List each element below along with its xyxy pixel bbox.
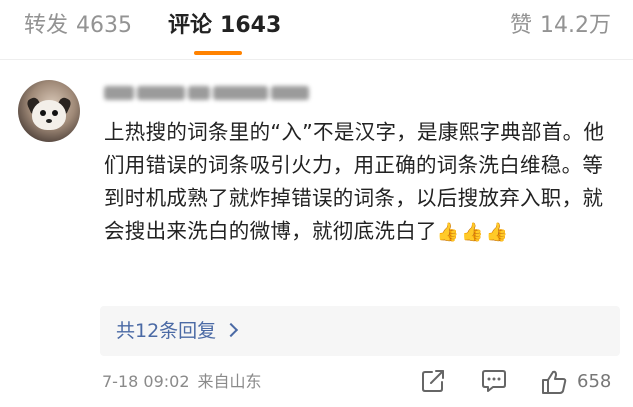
like-button[interactable] — [540, 368, 568, 400]
avatar-eye-right — [52, 110, 58, 116]
share-icon — [422, 370, 444, 392]
username-blur-block — [137, 85, 185, 100]
thumbs-up-emojis: 👍👍👍 — [436, 222, 511, 243]
comment-meta: 7-18 09:02 来自山东 — [102, 371, 262, 393]
comment-text: 上热搜的词条里的“入”不是汉字，是康熙字典部首。他们用错误的词条吸引火力，用正确… — [104, 120, 605, 243]
avatar-eye-left — [40, 110, 46, 116]
tab-divider — [0, 59, 633, 60]
active-tab-indicator — [194, 51, 242, 55]
username-blurred[interactable] — [104, 82, 319, 102]
tab-like-label: 赞 — [509, 13, 532, 38]
like-count: 658 — [577, 371, 612, 392]
tab-repost[interactable]: 转发 4635 — [24, 11, 132, 41]
tab-comment-label: 评论 — [168, 13, 213, 38]
tab-bar: 转发 4635 评论 1643 赞 14.2万 — [0, 0, 633, 58]
tab-like[interactable]: 赞 14.2万 — [510, 11, 611, 41]
avatar-nose — [46, 119, 52, 123]
username-blur-block — [104, 85, 134, 100]
replies-box[interactable]: 共12条回复 — [100, 306, 620, 356]
thumbs-up-icon — [542, 370, 567, 394]
comment-body: 上热搜的词条里的“入”不是汉字，是康熙字典部首。他们用错误的词条吸引火力，用正确… — [104, 116, 616, 249]
tab-comment-count: 1643 — [220, 13, 282, 38]
avatar[interactable] — [18, 80, 80, 142]
replies-link[interactable]: 共12条回复 — [116, 318, 239, 344]
share-button[interactable] — [420, 368, 446, 398]
chevron-right-icon — [224, 322, 239, 338]
avatar-dog-face — [32, 100, 66, 130]
replies-label: 共12条回复 — [116, 320, 217, 342]
comment-button[interactable] — [480, 368, 508, 398]
username-blur-block — [188, 85, 210, 100]
tab-repost-count: 4635 — [76, 13, 133, 38]
comment-time: 7-18 09:02 — [102, 372, 190, 391]
tab-like-count: 14.2万 — [540, 13, 611, 38]
tab-repost-label: 转发 — [24, 13, 69, 38]
comment-icon — [482, 370, 506, 392]
username-blur-block — [213, 85, 268, 100]
tab-comment[interactable]: 评论 1643 — [168, 11, 281, 41]
comment-source: 来自山东 — [197, 372, 262, 391]
username-blur-block — [271, 85, 309, 100]
